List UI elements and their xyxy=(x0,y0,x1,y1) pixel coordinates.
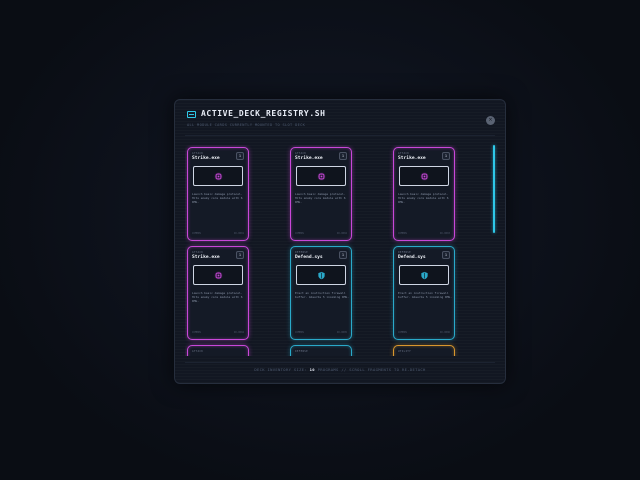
card-cost: 1 xyxy=(442,152,450,160)
deck-card[interactable]: ATTACK Strike.exe 1 Launch basic damage … xyxy=(290,147,352,241)
shield-icon xyxy=(317,271,325,279)
card-description: Launch basic damage protocol. Hits enemy… xyxy=(192,192,243,205)
card-id: ID-0006 xyxy=(439,331,450,334)
deck-registry-modal: ACTIVE_DECK_REGISTRY.SH ALL MODULE CARDS… xyxy=(174,99,506,384)
card-type: ATTACK xyxy=(192,251,204,254)
deck-card[interactable]: ATTACK xyxy=(187,345,249,356)
card-name: Strike.exe xyxy=(295,156,323,161)
chip-icon xyxy=(420,172,428,180)
card-type: ATTACK xyxy=(192,152,204,155)
card-id: ID-0004 xyxy=(233,331,244,334)
card-type: DEFENSE xyxy=(398,251,412,254)
card-rarity: COMMON xyxy=(192,232,201,235)
card-rarity: COMMON xyxy=(398,232,407,235)
card-description: Launch basic damage protocol. Hits enemy… xyxy=(398,192,449,205)
footer-prefix: DECK INVENTORY SIZE: xyxy=(254,367,308,372)
card-name: Defend.sys xyxy=(398,255,426,260)
card-art-frame xyxy=(399,265,449,285)
deck-card[interactable]: DEFENSE xyxy=(290,345,352,356)
card-art-frame xyxy=(193,166,243,186)
card-cost: 1 xyxy=(236,152,244,160)
card-rarity: COMMON xyxy=(398,331,407,334)
deck-card[interactable]: DEFENSE Defend.sys 1 Erect an instructio… xyxy=(290,246,352,340)
card-name: Defend.sys xyxy=(295,255,323,260)
footer-suffix: PROGRAMS // SCROLL FRAGMENTS TO RE-DETAC… xyxy=(317,367,426,372)
scrollbar-thumb[interactable] xyxy=(493,145,495,233)
header-divider xyxy=(185,135,495,136)
card-type: DEFENSE xyxy=(295,251,309,254)
card-type: ATTACK xyxy=(295,152,307,155)
card-name: Strike.exe xyxy=(192,255,220,260)
card-type: UTILITY xyxy=(398,350,412,353)
deck-count: 10 xyxy=(309,367,315,372)
chip-icon xyxy=(214,172,222,180)
card-rarity: COMMON xyxy=(192,331,201,334)
card-cost: 1 xyxy=(442,251,450,259)
card-name: Strike.exe xyxy=(192,156,220,161)
card-art-frame xyxy=(193,265,243,285)
card-description: Erect an instruction firewall buffer. Ab… xyxy=(398,291,452,300)
deck-card[interactable]: DEFENSE Defend.sys 1 Erect an instructio… xyxy=(393,246,455,340)
card-art-frame xyxy=(296,265,346,285)
card-type: ATTACK xyxy=(398,152,410,155)
modal-subtitle: ALL MODULE CARDS CURRENTLY MOUNTED TO SL… xyxy=(187,123,306,127)
card-description: Launch basic damage protocol. Hits enemy… xyxy=(192,291,243,304)
terminal-icon xyxy=(187,111,196,118)
close-button[interactable]: × xyxy=(486,116,495,125)
deck-footer: DECK INVENTORY SIZE: 10 PROGRAMS // SCRO… xyxy=(175,367,505,372)
card-cost: 1 xyxy=(339,251,347,259)
card-type: DEFENSE xyxy=(295,350,309,353)
deck-card[interactable]: ATTACK Strike.exe 1 Launch basic damage … xyxy=(187,147,249,241)
card-cost: 1 xyxy=(236,251,244,259)
footer-divider xyxy=(185,362,495,363)
shield-icon xyxy=(420,271,428,279)
card-grid[interactable]: ATTACK Strike.exe 1 Launch basic damage … xyxy=(185,145,491,356)
card-rarity: COMMON xyxy=(295,232,304,235)
modal-title: ACTIVE_DECK_REGISTRY.SH xyxy=(201,109,326,118)
deck-card[interactable]: ATTACK Strike.exe 1 Launch basic damage … xyxy=(187,246,249,340)
card-description: Erect an instruction firewall buffer. Ab… xyxy=(295,291,349,300)
card-art-frame xyxy=(296,166,346,186)
card-type: ATTACK xyxy=(192,350,204,353)
card-description: Launch basic damage protocol. Hits enemy… xyxy=(295,192,346,205)
deck-card[interactable]: UTILITY xyxy=(393,345,455,356)
deck-card[interactable]: ATTACK Strike.exe 1 Launch basic damage … xyxy=(393,147,455,241)
card-id: ID-0003 xyxy=(439,232,450,235)
chip-icon xyxy=(214,271,222,279)
card-art-frame xyxy=(399,166,449,186)
card-id: ID-0001 xyxy=(233,232,244,235)
card-id: ID-0002 xyxy=(336,232,347,235)
card-rarity: COMMON xyxy=(295,331,304,334)
card-cost: 1 xyxy=(339,152,347,160)
card-name: Strike.exe xyxy=(398,156,426,161)
chip-icon xyxy=(317,172,325,180)
card-id: ID-0005 xyxy=(336,331,347,334)
